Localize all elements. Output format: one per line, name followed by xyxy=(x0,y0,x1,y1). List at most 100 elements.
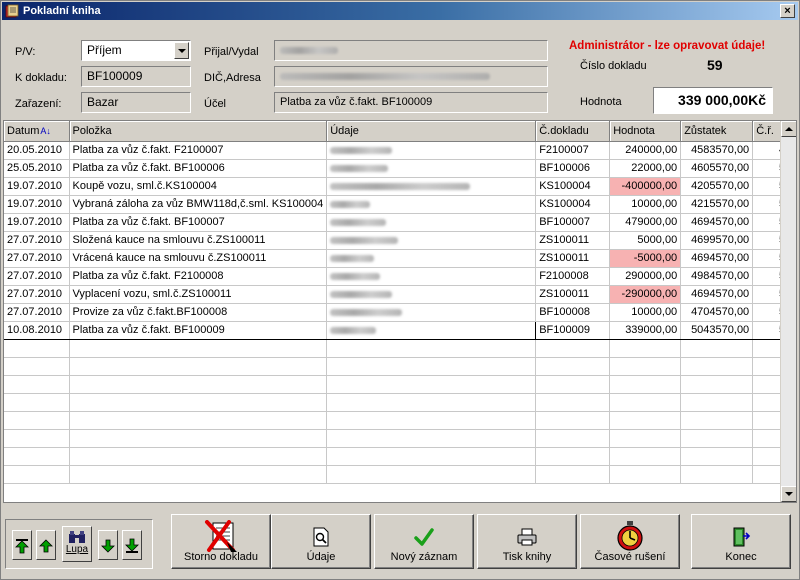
cell-item[interactable]: Vyplacení vozu, sml.č.ZS100011 xyxy=(69,285,328,304)
cell-details[interactable] xyxy=(326,267,537,286)
cell-details[interactable] xyxy=(326,177,537,196)
column-header-docnum[interactable]: Č.dokladu xyxy=(535,121,611,142)
vertical-scrollbar[interactable] xyxy=(780,121,796,502)
storno-button[interactable]: Storno dokladu xyxy=(171,514,271,569)
cell-docnum[interactable]: F2100007 xyxy=(535,141,611,160)
cell-date[interactable]: 27.07.2010 xyxy=(4,303,70,322)
casove-ruseni-button[interactable]: Časové rušení xyxy=(580,514,680,569)
cell-details[interactable] xyxy=(326,195,537,214)
cell-details[interactable] xyxy=(326,285,537,304)
cell-value[interactable]: 339000,00 xyxy=(609,320,682,340)
column-header-value[interactable]: Hodnota xyxy=(609,121,682,142)
chevron-down-icon[interactable] xyxy=(174,42,189,59)
cell-date[interactable]: 27.07.2010 xyxy=(4,231,70,250)
table-row[interactable]: 10.08.2010 Platba za vůz č.fakt. BF100009… xyxy=(4,320,796,340)
cell-value[interactable]: 10000,00 xyxy=(609,303,682,322)
cell-details[interactable] xyxy=(326,249,537,268)
sort-az-icon[interactable]: A↓ xyxy=(40,126,51,136)
konec-button[interactable]: Konec xyxy=(691,514,791,569)
cell-item[interactable]: Platba za vůz č.fakt. F2100008 xyxy=(69,267,328,286)
table-row[interactable]: 27.07.2010 Vrácená kauce na smlouvu č.ZS1… xyxy=(4,249,796,268)
close-button[interactable]: × xyxy=(780,4,795,18)
column-header-date[interactable]: DatumA↓ xyxy=(4,121,70,142)
dic-field[interactable] xyxy=(274,66,548,87)
table-row[interactable]: 19.07.2010 Vybraná záloha za vůz BMW118d,… xyxy=(4,195,796,214)
cell-value[interactable]: -400000,00 xyxy=(609,177,682,196)
scroll-down-icon[interactable] xyxy=(781,486,796,502)
cell-docnum[interactable]: KS100004 xyxy=(535,177,611,196)
cell-date[interactable]: 10.08.2010 xyxy=(4,320,70,340)
cell-item[interactable]: Složená kauce na smlouvu č.ZS100011 xyxy=(69,231,328,250)
cell-item[interactable]: Platba za vůz č.fakt. BF100006 xyxy=(69,159,328,178)
cell-docnum[interactable]: BF100008 xyxy=(535,303,611,322)
nav-last-button[interactable] xyxy=(122,530,142,560)
cell-date[interactable]: 27.07.2010 xyxy=(4,285,70,304)
cell-balance[interactable]: 4694570,00 xyxy=(680,213,754,232)
cell-value[interactable]: -5000,00 xyxy=(609,249,682,268)
category-field[interactable]: Bazar xyxy=(81,92,191,113)
table-row[interactable]: 20.05.2010 Platba za vůz č.fakt. F2100007… xyxy=(4,141,796,160)
purpose-field[interactable]: Platba za vůz č.fakt. BF100009 xyxy=(274,92,548,113)
cell-docnum[interactable]: F2100008 xyxy=(535,267,611,286)
cell-balance[interactable]: 5043570,00 xyxy=(680,320,754,340)
cell-balance[interactable]: 4699570,00 xyxy=(680,231,754,250)
lupa-button[interactable]: Lupa xyxy=(62,526,92,562)
udaje-button[interactable]: Údaje xyxy=(271,514,371,569)
received-field[interactable] xyxy=(274,40,548,61)
table-row[interactable]: 27.07.2010 Provize za vůz č.fakt.BF100008… xyxy=(4,303,796,322)
table-row[interactable]: 19.07.2010 Platba za vůz č.fakt. BF100007… xyxy=(4,213,796,232)
cell-balance[interactable]: 4694570,00 xyxy=(680,249,754,268)
column-header-item[interactable]: Položka xyxy=(69,121,328,142)
cell-details[interactable] xyxy=(326,159,537,178)
cell-balance[interactable]: 4984570,00 xyxy=(680,267,754,286)
pv-combobox[interactable]: Příjem xyxy=(81,40,191,61)
cell-value[interactable]: -290000,00 xyxy=(609,285,682,304)
cell-date[interactable]: 27.07.2010 xyxy=(4,267,70,286)
cell-docnum[interactable]: ZS100011 xyxy=(535,285,611,304)
table-row[interactable]: 27.07.2010 Vyplacení vozu, sml.č.ZS100011… xyxy=(4,285,796,304)
column-header-balance[interactable]: Zůstatek xyxy=(680,121,754,142)
cell-date[interactable]: 19.07.2010 xyxy=(4,195,70,214)
cell-balance[interactable]: 4694570,00 xyxy=(680,285,754,304)
column-header-details[interactable]: Údaje xyxy=(326,121,537,142)
cell-balance[interactable]: 4205570,00 xyxy=(680,177,754,196)
cell-value[interactable]: 479000,00 xyxy=(609,213,682,232)
cell-details[interactable] xyxy=(326,303,537,322)
cell-docnum[interactable]: ZS100011 xyxy=(535,231,611,250)
nav-first-button[interactable] xyxy=(12,530,32,560)
table-row[interactable]: 25.05.2010 Platba za vůz č.fakt. BF100006… xyxy=(4,159,796,178)
cell-docnum[interactable]: BF100007 xyxy=(535,213,611,232)
table-row[interactable]: 19.07.2010 Koupě vozu, sml.č.KS100004 KS10… xyxy=(4,177,796,196)
table-row[interactable]: 27.07.2010 Složená kauce na smlouvu č.ZS1… xyxy=(4,231,796,250)
cell-value[interactable]: 290000,00 xyxy=(609,267,682,286)
cell-value[interactable]: 22000,00 xyxy=(609,159,682,178)
cell-balance[interactable]: 4583570,00 xyxy=(680,141,754,160)
scroll-up-icon[interactable] xyxy=(781,121,796,137)
cell-balance[interactable]: 4704570,00 xyxy=(680,303,754,322)
cell-details[interactable] xyxy=(326,320,537,340)
cell-balance[interactable]: 4605570,00 xyxy=(680,159,754,178)
cell-item[interactable]: Provize za vůz č.fakt.BF100008 xyxy=(69,303,328,322)
cell-date[interactable]: 27.07.2010 xyxy=(4,249,70,268)
cell-item[interactable]: Platba za vůz č.fakt. BF100009 xyxy=(69,320,328,340)
nav-prev-button[interactable] xyxy=(36,530,56,560)
cell-item[interactable]: Platba za vůz č.fakt. F2100007 xyxy=(69,141,328,160)
cell-docnum[interactable]: ZS100011 xyxy=(535,249,611,268)
cell-date[interactable]: 20.05.2010 xyxy=(4,141,70,160)
table-row[interactable]: 27.07.2010 Platba za vůz č.fakt. F2100008… xyxy=(4,267,796,286)
cell-value[interactable]: 5000,00 xyxy=(609,231,682,250)
cell-date[interactable]: 25.05.2010 xyxy=(4,159,70,178)
cell-item[interactable]: Vybraná záloha za vůz BMW118d,č.sml. KS1… xyxy=(69,195,328,214)
cell-value[interactable]: 10000,00 xyxy=(609,195,682,214)
cell-date[interactable]: 19.07.2010 xyxy=(4,177,70,196)
cell-item[interactable]: Koupě vozu, sml.č.KS100004 xyxy=(69,177,328,196)
doc-field[interactable]: BF100009 xyxy=(81,66,191,87)
cell-value[interactable]: 240000,00 xyxy=(609,141,682,160)
cash-book-grid[interactable]: DatumA↓ Položka Údaje Č.dokladu Hodnota … xyxy=(3,120,797,503)
tisk-knihy-button[interactable]: Tisk knihy xyxy=(477,514,577,569)
cell-details[interactable] xyxy=(326,231,537,250)
cell-docnum[interactable]: BF100006 xyxy=(535,159,611,178)
cell-item[interactable]: Platba za vůz č.fakt. BF100007 xyxy=(69,213,328,232)
cell-docnum[interactable]: BF100009 xyxy=(535,320,611,340)
cell-item[interactable]: Vrácená kauce na smlouvu č.ZS100011 xyxy=(69,249,328,268)
